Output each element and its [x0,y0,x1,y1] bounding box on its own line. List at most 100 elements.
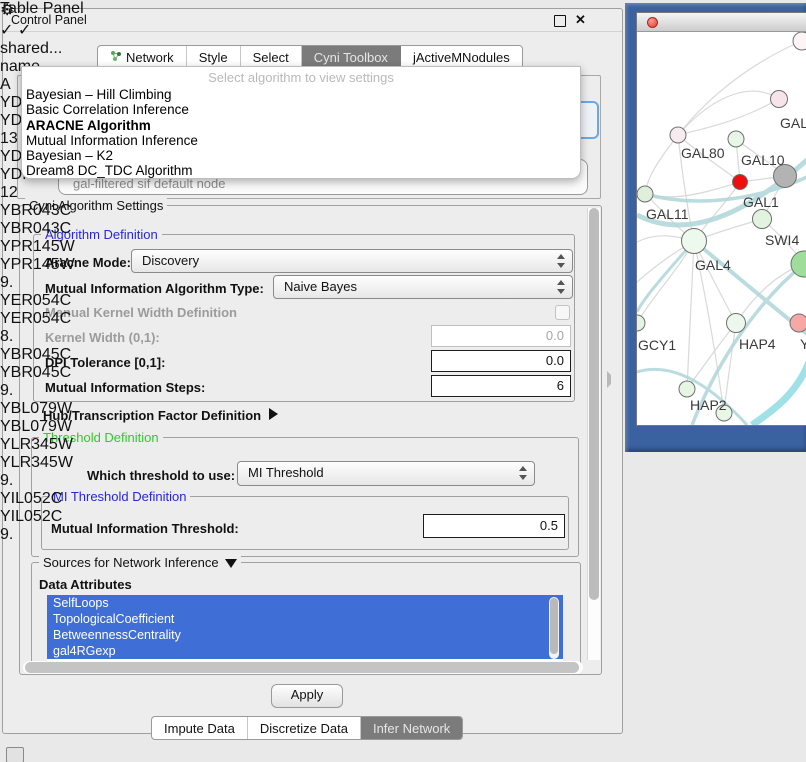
which-threshold-combo[interactable]: MI Threshold [237,461,535,486]
aracne-mode-combo[interactable]: Discovery [131,249,573,273]
float-window-icon[interactable] [554,15,566,27]
tab-label: Discretize Data [260,721,348,736]
apply-button[interactable]: Apply [271,684,343,708]
dropdown-item-aracne-algorithm[interactable]: ARACNE Algorithm [22,118,580,133]
attributes-list-scrollbar[interactable] [549,597,559,659]
network-node-gal10[interactable] [728,131,744,147]
node-label-gal10: GAL10 [741,152,785,168]
bottom-tab-bar: Impute Data Discretize Data Infer Network [151,716,463,740]
settings-horizontal-scrollbar[interactable] [23,661,583,674]
node-label-gal: GAL [780,115,806,131]
close-traffic-light-icon[interactable] [647,17,658,28]
mi-type-combo[interactable]: Naive Bayes [273,275,573,299]
tab-network[interactable]: Network [98,46,187,68]
network-node-red-node[interactable] [733,175,748,190]
node-label-gcy1: GCY1 [638,337,676,353]
table-row[interactable]: YBR045CYBR045C9. [0,346,76,400]
sources-title: Sources for Network Inference [43,555,219,570]
tab-infer-network[interactable]: Infer Network [361,717,462,739]
hub-definition-toggle[interactable]: Hub/Transcription Factor Definition [43,408,278,423]
splitter-handle-icon[interactable] [607,371,616,388]
tab-impute-data[interactable]: Impute Data [152,717,248,739]
app-root: Control Panel ✕ NetworkStyle Select Cyni T… [0,0,806,762]
network-node-gal1[interactable] [753,210,772,229]
table-cell: YER054C [0,310,72,328]
close-icon[interactable]: ✕ [575,12,586,28]
mi-type-value: Naive Bayes [284,279,357,294]
table-row[interactable]: YLR345WYLR345W9. [0,436,76,490]
tab-select[interactable]: Select [241,46,302,68]
table-row[interactable]: YBR043CYBR043C [0,202,76,238]
tab-label: Infer Network [373,721,450,736]
dropdown-item-bayesian-hill-climbing[interactable]: Bayesian – Hill Climbing [22,87,580,102]
tab-label: Select [253,50,289,65]
dropdown-prompt: Select algorithm to view settings [22,70,580,87]
tab-discretize-data[interactable]: Discretize Data [248,717,361,739]
dropdown-items: Bayesian – Hill ClimbingBasic Correlatio… [22,87,580,179]
network-node-gcy1[interactable] [637,315,645,331]
sources-toggle[interactable]: Sources for Network Inference [39,555,241,570]
gear-icon[interactable]: ⚙ [0,2,14,19]
algorithm-dropdown: Select algorithm to view settings Bayesi… [21,66,581,179]
which-threshold-label: Which threshold to use: [87,468,235,483]
dropdown-item-basic-correlation-inference[interactable]: Basic Correlation Inference [22,102,580,117]
control-panel-titlebar: Control Panel ✕ [3,9,622,32]
table-row[interactable]: YER054CYER054C8. [0,292,76,346]
data-attributes-list: SelfLoopsTopologicalCoefficientBetweenne… [47,595,563,661]
network-window: GALGAL80GAL10GAL1GAL11SWI4GAL4GCY1HAP4YH… [636,12,806,426]
checked-checkbox-icon[interactable]: ✓ [0,22,13,39]
network-node-top-right[interactable] [793,32,806,50]
dpi-tolerance-field[interactable]: 0.0 [431,350,571,372]
table-cell: YBR045C [0,364,72,382]
attribute-item-betweennesscentrality[interactable]: BetweennessCentrality [47,627,563,643]
dock-panel-icon[interactable] [6,747,24,762]
combo-stepper-icon [557,280,565,294]
network-node-salmon-node[interactable] [790,314,806,332]
table-row[interactable]: YIL052CYIL052C9. [0,490,76,544]
tab-jactivemnodules[interactable]: jActiveMNodules [401,46,522,68]
minimize-traffic-light-icon[interactable] [664,17,675,28]
tab-cyni-toolbox[interactable]: Cyni Toolbox [302,46,401,68]
table-cell: YBL079W [0,418,72,436]
table-cell: 9. [0,472,30,490]
attribute-item-topologicalcoefficient[interactable]: TopologicalCoefficient [47,611,563,627]
table-cell: 12 [0,184,30,202]
checked-checkbox-icon[interactable]: ✓ [18,22,31,39]
aracne-mode-value: Discovery [142,253,199,268]
node-label-gal4: GAL4 [695,257,731,273]
kernel-width-field[interactable]: 0.0 [431,325,571,347]
mi-steps-field[interactable]: 6 [431,375,571,397]
network-node-pink-upper[interactable] [771,91,788,108]
attribute-item-selfloops[interactable]: SelfLoops [47,595,563,611]
combo-stepper-icon [519,466,527,480]
network-node-gal4[interactable] [682,229,707,254]
manual-kernel-checkbox[interactable] [555,305,570,320]
table-row[interactable]: YPR145WYPR145W9. [0,238,76,292]
mi-threshold-label: Mutual Information Threshold: [51,521,239,536]
network-node-hap4[interactable] [727,314,746,333]
tab-label: jActiveMNodules [413,50,510,65]
attribute-item-gal4rgexp[interactable]: gal4RGexp [47,643,563,659]
network-canvas[interactable]: GALGAL80GAL10GAL1GAL11SWI4GAL4GCY1HAP4YH… [637,32,806,425]
dropdown-item-mutual-information-inference[interactable]: Mutual Information Inference [22,133,580,148]
table-cell: YIL052C [0,490,76,508]
zoom-traffic-light-icon[interactable] [681,17,692,28]
table-cell: YLR345W [0,436,76,454]
table-cell: 9. [0,382,30,400]
settings-vertical-scrollbar[interactable] [587,208,600,660]
table-row[interactable]: YBL079WYBL079W [0,400,76,436]
network-node-hap2[interactable] [679,381,695,397]
node-label-hap4: HAP4 [739,336,776,352]
column-header-shared[interactable]: shared... [0,40,76,58]
mi-threshold-field[interactable]: 0.5 [423,514,565,538]
table-cell: YPR145W [0,256,72,274]
network-node-gal11[interactable] [637,186,653,202]
mi-type-label: Mutual Information Algorithm Type: [45,281,264,296]
table-cell: 9. [0,526,30,544]
node-label-swi4: SWI4 [765,232,799,248]
network-window-titlebar [637,13,806,32]
tab-style[interactable]: Style [187,46,241,68]
dropdown-item-bayesian-k2[interactable]: Bayesian – K2 [22,148,580,163]
network-node-gal80[interactable] [670,127,686,143]
dropdown-item-dream8-dc-tdc-algorithm[interactable]: Dream8 DC_TDC Algorithm [22,163,580,178]
